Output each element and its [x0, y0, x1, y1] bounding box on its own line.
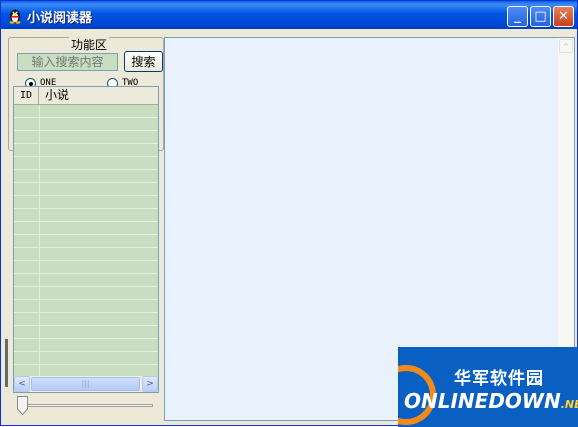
scroll-right-icon[interactable]: > [142, 376, 158, 392]
column-header-id[interactable]: ID [14, 87, 39, 104]
scroll-up-icon[interactable]: ^ [559, 39, 573, 53]
watermark-logo: 华军软件园 ONLINEDOWN.NET [398, 347, 578, 427]
minimize-button[interactable]: _ [507, 6, 528, 27]
watermark-en-text: ONLINEDOWN.NET [404, 389, 578, 413]
slider[interactable] [13, 394, 159, 418]
app-window: 小说阅读器 _ □ ✕ 功能区 搜索 ONE TWO ID 小说 [0, 0, 578, 427]
splitter-grip-icon[interactable] [5, 339, 8, 387]
function-group-title: 功能区 [69, 36, 110, 53]
slider-track[interactable] [19, 404, 153, 407]
window-title: 小说阅读器 [27, 11, 93, 26]
title-bar[interactable]: 小说阅读器 _ □ ✕ [1, 1, 577, 29]
column-divider [39, 105, 40, 376]
scroll-thumb[interactable]: ||| [31, 377, 140, 391]
horizontal-scrollbar[interactable]: < ||| > [14, 376, 158, 392]
left-panel: 功能区 搜索 ONE TWO ID 小说 < ||| > [5, 31, 164, 421]
list-header: ID 小说 [14, 87, 158, 105]
slider-thumb-icon[interactable] [17, 396, 28, 415]
panel-splitter[interactable] [5, 149, 11, 387]
maximize-button[interactable]: □ [530, 6, 551, 27]
watermark-en-suffix: .NET [560, 398, 578, 411]
novel-list[interactable]: ID 小说 < ||| > [13, 86, 159, 393]
watermark-en-main: ONLINEDOWN [404, 389, 561, 413]
qq-penguin-icon [9, 9, 21, 24]
column-header-novel[interactable]: 小说 [39, 87, 158, 104]
scroll-left-icon[interactable]: < [14, 376, 30, 392]
close-button[interactable]: ✕ [553, 6, 574, 27]
search-button[interactable]: 搜索 [124, 51, 163, 72]
list-body[interactable] [14, 105, 158, 376]
watermark-cn-text: 华军软件园 [454, 369, 544, 389]
search-input[interactable] [17, 53, 118, 71]
